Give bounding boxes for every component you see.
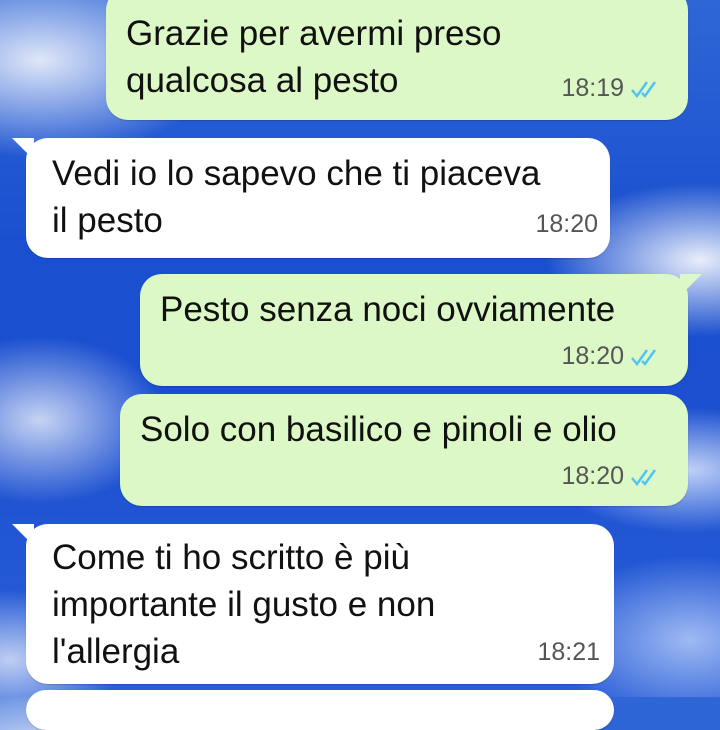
read-ticks-icon — [631, 348, 656, 366]
message-text: Come ti ho scritto è più importante il g… — [52, 538, 436, 671]
message-meta: 18:20 — [561, 333, 660, 380]
message-bubble-partial — [26, 690, 614, 730]
read-ticks-icon — [631, 468, 656, 486]
message-bubble-received[interactable]: Come ti ho scritto è più importante il g… — [12, 524, 614, 684]
message-text: Pesto senza noci ovviamente — [160, 290, 616, 329]
message-time: 18:19 — [561, 74, 624, 102]
message-bubble-sent[interactable]: Pesto senza noci ovviamente 18:20 — [140, 274, 702, 386]
bubble-tail — [12, 524, 34, 546]
message-meta: 18:21 — [537, 629, 600, 676]
message-text: Grazie per avermi preso qualcosa al pest… — [126, 14, 502, 100]
message-bubble-received[interactable]: Vedi io lo sapevo che ti piaceva il pest… — [12, 138, 610, 258]
message-time: 18:20 — [561, 342, 624, 370]
message-time: 18:20 — [535, 210, 598, 238]
read-ticks-icon — [631, 80, 656, 98]
message-meta: 18:20 — [535, 201, 598, 248]
message-text: Solo con basilico e pinoli e olio — [140, 410, 617, 449]
message-meta: 18:20 — [561, 453, 660, 500]
bubble-tail — [680, 274, 702, 296]
bubble-tail — [12, 138, 34, 160]
message-bubble-sent[interactable]: Solo con basilico e pinoli e olio 18:20 — [120, 394, 688, 506]
message-bubble-sent[interactable]: Grazie per avermi preso qualcosa al pest… — [106, 0, 688, 120]
message-time: 18:21 — [537, 638, 600, 666]
message-time: 18:20 — [561, 462, 624, 490]
message-meta: 18:19 — [561, 65, 660, 112]
message-text: Vedi io lo sapevo che ti piaceva il pest… — [52, 154, 541, 240]
